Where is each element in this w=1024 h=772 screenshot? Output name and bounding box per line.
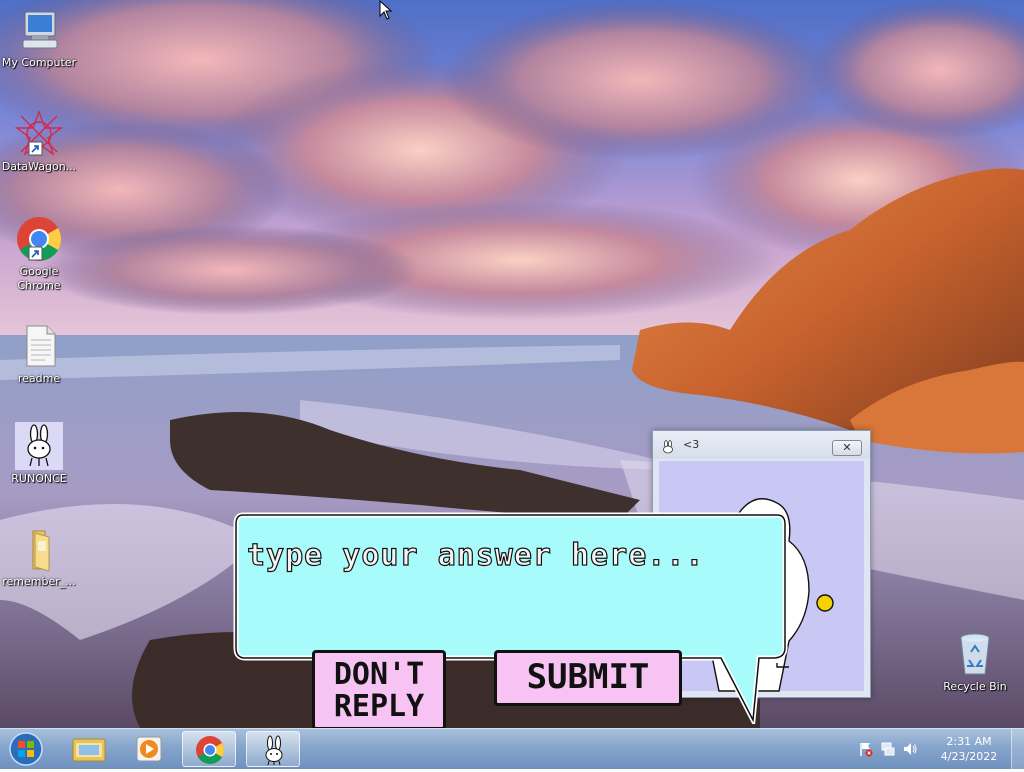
clock-time: 2:31 AM <box>946 735 992 748</box>
dont-reply-label-line2: REPLY <box>333 689 425 724</box>
answer-text-input[interactable] <box>245 524 779 586</box>
datawagon-shortcut-icon <box>14 110 64 158</box>
desktop-icon-recycle-bin[interactable]: Recycle Bin <box>936 630 1014 694</box>
bunny-app-icon <box>15 422 63 470</box>
mouse-cursor-icon <box>379 0 393 20</box>
taskbar-media-player[interactable] <box>122 731 176 767</box>
submit-label: SUBMIT <box>526 657 650 697</box>
window-titlebar[interactable]: <3 ✕ <box>653 431 870 459</box>
desktop-icon-my-computer[interactable]: My Computer <box>0 6 78 70</box>
dont-reply-label-line1: DON'T <box>333 657 425 692</box>
start-button[interactable] <box>6 730 46 768</box>
show-desktop-button[interactable] <box>1011 729 1024 769</box>
desktop-icon-datawagon[interactable]: DataWagon... <box>0 110 78 174</box>
taskbar-google-chrome[interactable] <box>182 731 236 767</box>
bunny-app-icon <box>265 735 283 766</box>
volume-icon[interactable] <box>902 741 918 757</box>
desktop-icon-readme[interactable]: readme <box>0 322 78 386</box>
network-icon[interactable] <box>880 741 896 757</box>
dont-reply-button[interactable]: DON'T REPLY <box>312 650 446 730</box>
computer-icon <box>15 6 63 54</box>
chrome-shortcut-icon <box>15 215 63 263</box>
taskbar-runonce-app[interactable] <box>246 731 300 767</box>
windows-explorer-icon <box>72 738 106 762</box>
recycle-bin-icon <box>951 630 999 678</box>
taskbar-windows-explorer[interactable] <box>62 731 116 767</box>
desktop-icon-remember-folder[interactable]: remember_... <box>0 525 78 589</box>
close-icon: ✕ <box>842 441 852 454</box>
text-file-icon <box>15 322 63 370</box>
folder-icon <box>15 525 63 573</box>
media-player-icon <box>136 736 162 762</box>
clock-date: 4/23/2022 <box>940 750 998 763</box>
system-clock[interactable]: 2:31 AM 4/23/2022 <box>934 734 1004 764</box>
desktop-icon-runonce[interactable]: RUNONCE <box>0 422 78 486</box>
window-close-button[interactable]: ✕ <box>832 440 862 456</box>
desktop-icon-google-chrome[interactable]: Google Chrome <box>0 215 78 293</box>
taskbar: 2:31 AM 4/23/2022 <box>0 728 1024 769</box>
window-title: <3 <box>683 438 700 451</box>
system-tray: 2:31 AM 4/23/2022 <box>854 729 1024 769</box>
chrome-icon <box>196 736 224 764</box>
action-center-flag-icon[interactable] <box>858 741 874 757</box>
windows-orb-icon <box>9 732 43 766</box>
bunny-app-icon <box>661 439 675 454</box>
submit-button[interactable]: SUBMIT <box>494 650 682 706</box>
